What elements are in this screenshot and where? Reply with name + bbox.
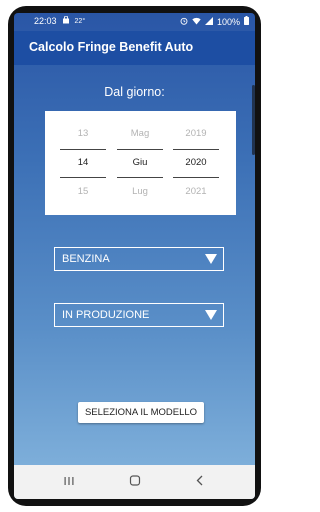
- production-status-value: IN PRODUZIONE: [62, 309, 150, 321]
- date-label: Dal giorno:: [104, 85, 165, 99]
- year-selected[interactable]: 2020: [171, 149, 221, 177]
- fuel-type-select[interactable]: BENZINA: [54, 247, 224, 271]
- date-picker: 13 14 15 Mag Giu Lug 2019 2020 2021: [45, 111, 236, 215]
- temperature: 22°: [74, 17, 86, 25]
- app-bar: Calcolo Fringe Benefit Auto: [14, 31, 255, 65]
- day-prev[interactable]: 13: [58, 120, 108, 148]
- day-wheel[interactable]: 13 14 15: [58, 111, 108, 215]
- navigation-bar: [14, 465, 255, 499]
- fuel-type-value: BENZINA: [62, 253, 110, 265]
- wifi-icon: [192, 17, 201, 27]
- battery-icon: [244, 16, 249, 27]
- select-model-button[interactable]: SELEZIONA IL MODELLO: [78, 402, 204, 423]
- year-prev[interactable]: 2019: [171, 120, 221, 148]
- app-title: Calcolo Fringe Benefit Auto: [29, 40, 194, 54]
- status-bar: 22:03 22° 100%: [14, 13, 255, 31]
- month-selected[interactable]: Giu: [115, 149, 165, 177]
- month-prev[interactable]: Mag: [115, 120, 165, 148]
- month-next[interactable]: Lug: [115, 178, 165, 206]
- battery-level: 100%: [216, 16, 240, 27]
- signal-icon: [204, 16, 213, 27]
- year-next[interactable]: 2021: [171, 178, 221, 206]
- bag-icon: [62, 15, 70, 26]
- day-selected[interactable]: 14: [58, 149, 108, 177]
- back-icon[interactable]: [196, 473, 205, 491]
- recents-icon[interactable]: [64, 473, 75, 491]
- month-wheel[interactable]: Mag Giu Lug: [115, 111, 165, 215]
- dropdown-arrow-icon: [205, 310, 217, 320]
- phone-frame: 22:03 22° 100% Calcolo Fringe Benefit Au…: [8, 6, 261, 506]
- production-status-select[interactable]: IN PRODUZIONE: [54, 303, 224, 327]
- alarm-icon: [180, 17, 188, 27]
- app-screen: 22:03 22° 100% Calcolo Fringe Benefit Au…: [14, 13, 255, 499]
- clock: 22:03: [34, 16, 57, 26]
- day-next[interactable]: 15: [58, 178, 108, 206]
- dropdown-arrow-icon: [205, 254, 217, 264]
- home-icon[interactable]: [129, 473, 141, 491]
- year-wheel[interactable]: 2019 2020 2021: [171, 111, 221, 215]
